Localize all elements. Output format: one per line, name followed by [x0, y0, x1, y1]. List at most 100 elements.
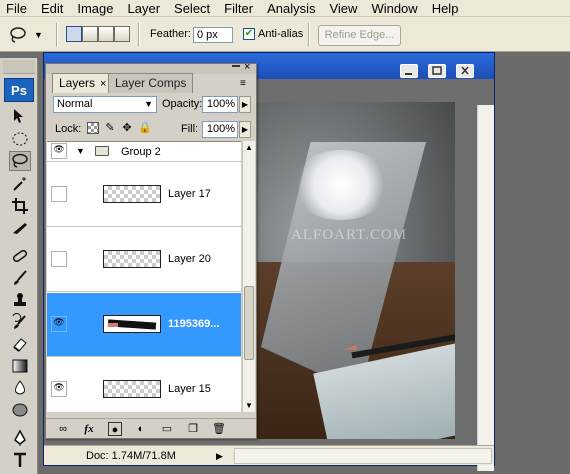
group-name: Group 2 — [121, 146, 161, 158]
panel-menu-icon[interactable]: ≡ — [240, 78, 246, 89]
lasso-tool[interactable] — [9, 151, 31, 171]
ellipse-marquee-icon — [12, 132, 28, 146]
magic-wand-tool[interactable] — [9, 174, 31, 194]
tab-layers[interactable]: Layers × — [52, 73, 114, 93]
gradient-icon — [12, 359, 28, 373]
minimize-button[interactable] — [400, 64, 418, 78]
layer-group-row[interactable]: 👁 ▼ Group 2 — [47, 142, 241, 162]
tool-preset-picker[interactable]: ▼ — [8, 24, 44, 46]
menu-view[interactable]: View — [323, 0, 365, 17]
menu-image[interactable]: Image — [71, 0, 121, 17]
scroll-down-icon[interactable]: ▼ — [245, 401, 253, 410]
slice-tool[interactable] — [9, 218, 31, 238]
feather-input[interactable]: 0 px — [193, 27, 233, 43]
scroll-thumb[interactable] — [244, 286, 254, 360]
dodge-icon — [12, 403, 28, 417]
layer-row-selected[interactable]: 👁 1195369... — [47, 293, 241, 357]
blur-tool[interactable] — [9, 378, 31, 398]
layer-row[interactable]: Layer 17 — [47, 163, 241, 227]
brush-tool[interactable] — [9, 268, 31, 288]
fx-icon[interactable]: fx — [82, 422, 96, 436]
tools-panel-grip[interactable] — [3, 60, 35, 74]
menu-edit[interactable]: Edit — [35, 0, 71, 17]
move-icon — [14, 109, 23, 123]
feather-label: Feather: — [150, 28, 191, 40]
refine-edge-button[interactable]: Refine Edge... — [318, 25, 401, 46]
move-tool[interactable] — [9, 106, 31, 126]
lock-image-icon[interactable]: ✎ — [104, 122, 116, 134]
subtract-from-selection-button[interactable] — [98, 26, 114, 42]
menu-file[interactable]: File — [0, 0, 35, 17]
doc-size-readout: Doc: 1.74M/71.8M — [86, 450, 176, 462]
marquee-tool[interactable] — [9, 129, 31, 149]
opacity-input[interactable]: 100% — [202, 96, 238, 113]
opacity-slider-button[interactable]: ▶ — [239, 96, 251, 113]
pen-tool[interactable] — [9, 428, 31, 448]
menu-analysis[interactable]: Analysis — [261, 0, 323, 17]
lasso-icon — [10, 27, 26, 43]
fill-slider-button[interactable]: ▶ — [239, 121, 251, 138]
history-brush-tool[interactable] — [9, 312, 31, 332]
maximize-button[interactable] — [428, 64, 446, 78]
separator — [308, 23, 310, 47]
scroll-up-icon[interactable]: ▲ — [245, 143, 253, 152]
eye-icon[interactable]: 👁 — [51, 381, 67, 397]
close-icon — [461, 66, 469, 75]
expand-arrow-icon[interactable]: ▼ — [76, 146, 85, 156]
dodge-tool[interactable] — [9, 400, 31, 420]
layer-list[interactable]: 👁 ▼ Group 2 Layer 17 Layer 20 👁 1195369.… — [47, 141, 241, 412]
eraser-tool[interactable] — [9, 334, 31, 354]
menu-filter[interactable]: Filter — [218, 0, 261, 17]
gradient-tool[interactable] — [9, 356, 31, 376]
close-icon[interactable]: × — [100, 78, 106, 90]
new-group-icon[interactable]: ▭ — [160, 422, 174, 436]
link-layers-icon[interactable]: ∞ — [56, 422, 70, 436]
new-layer-icon[interactable]: ❐ — [186, 422, 200, 436]
collapse-icon[interactable] — [232, 65, 240, 67]
options-bar: ▼ Feather: 0 px ✔ Anti-alias Refine Edge… — [0, 17, 570, 52]
eye-icon[interactable]: 👁 — [51, 143, 67, 159]
tab-layer-comps-label: Layer Comps — [115, 76, 187, 90]
chevron-down-icon: ▼ — [34, 30, 43, 40]
cloud — [291, 150, 391, 220]
visibility-toggle[interactable] — [51, 186, 67, 202]
tools-panel: Ps — [0, 58, 38, 474]
tab-layers-label: Layers — [59, 76, 96, 90]
lock-position-icon[interactable]: ✥ — [121, 122, 133, 134]
layer-mask-icon[interactable]: ● — [108, 422, 122, 436]
clone-stamp-tool[interactable] — [9, 290, 31, 310]
menu-select[interactable]: Select — [168, 0, 218, 17]
panel-close-icon[interactable]: × — [244, 61, 250, 73]
eye-icon[interactable]: 👁 — [51, 316, 67, 332]
status-menu-arrow-icon[interactable]: ▶ — [216, 451, 223, 462]
type-tool[interactable] — [9, 450, 31, 470]
blend-mode-select[interactable]: Normal ▼ — [53, 96, 157, 113]
menu-layer[interactable]: Layer — [122, 0, 169, 17]
layer-row[interactable]: 👁 Layer 15 — [47, 358, 241, 412]
layer-list-scrollbar[interactable]: ▲ ▼ — [242, 141, 255, 412]
fill-input[interactable]: 100% — [202, 121, 238, 138]
history-brush-icon — [12, 313, 26, 329]
menu-window[interactable]: Window — [365, 0, 425, 17]
visibility-toggle[interactable] — [51, 251, 67, 267]
horizontal-scrollbar[interactable] — [234, 448, 492, 464]
tab-layer-comps[interactable]: Layer Comps — [108, 73, 194, 93]
lock-transparent-icon[interactable] — [87, 122, 99, 134]
fill-label: Fill: — [181, 123, 199, 135]
new-selection-button[interactable] — [66, 26, 82, 42]
menu-help[interactable]: Help — [426, 0, 467, 17]
close-button[interactable] — [456, 64, 474, 78]
antialias-checkbox[interactable]: ✔ — [243, 28, 255, 40]
vertical-scrollbar[interactable] — [477, 105, 494, 471]
lock-all-icon[interactable]: 🔒 — [138, 122, 152, 134]
trash-icon[interactable]: 🗑 — [212, 422, 226, 436]
canvas-image[interactable]: ALFOART.COM — [251, 102, 455, 439]
adjustment-layer-icon[interactable]: ◐ — [134, 422, 148, 436]
healing-brush-tool[interactable] — [9, 246, 31, 266]
crop-tool[interactable] — [9, 196, 31, 216]
intersect-selection-button[interactable] — [114, 26, 130, 42]
pen-icon — [14, 429, 26, 446]
layer-row[interactable]: Layer 20 — [47, 228, 241, 292]
type-icon — [14, 452, 26, 467]
add-to-selection-button[interactable] — [82, 26, 98, 42]
